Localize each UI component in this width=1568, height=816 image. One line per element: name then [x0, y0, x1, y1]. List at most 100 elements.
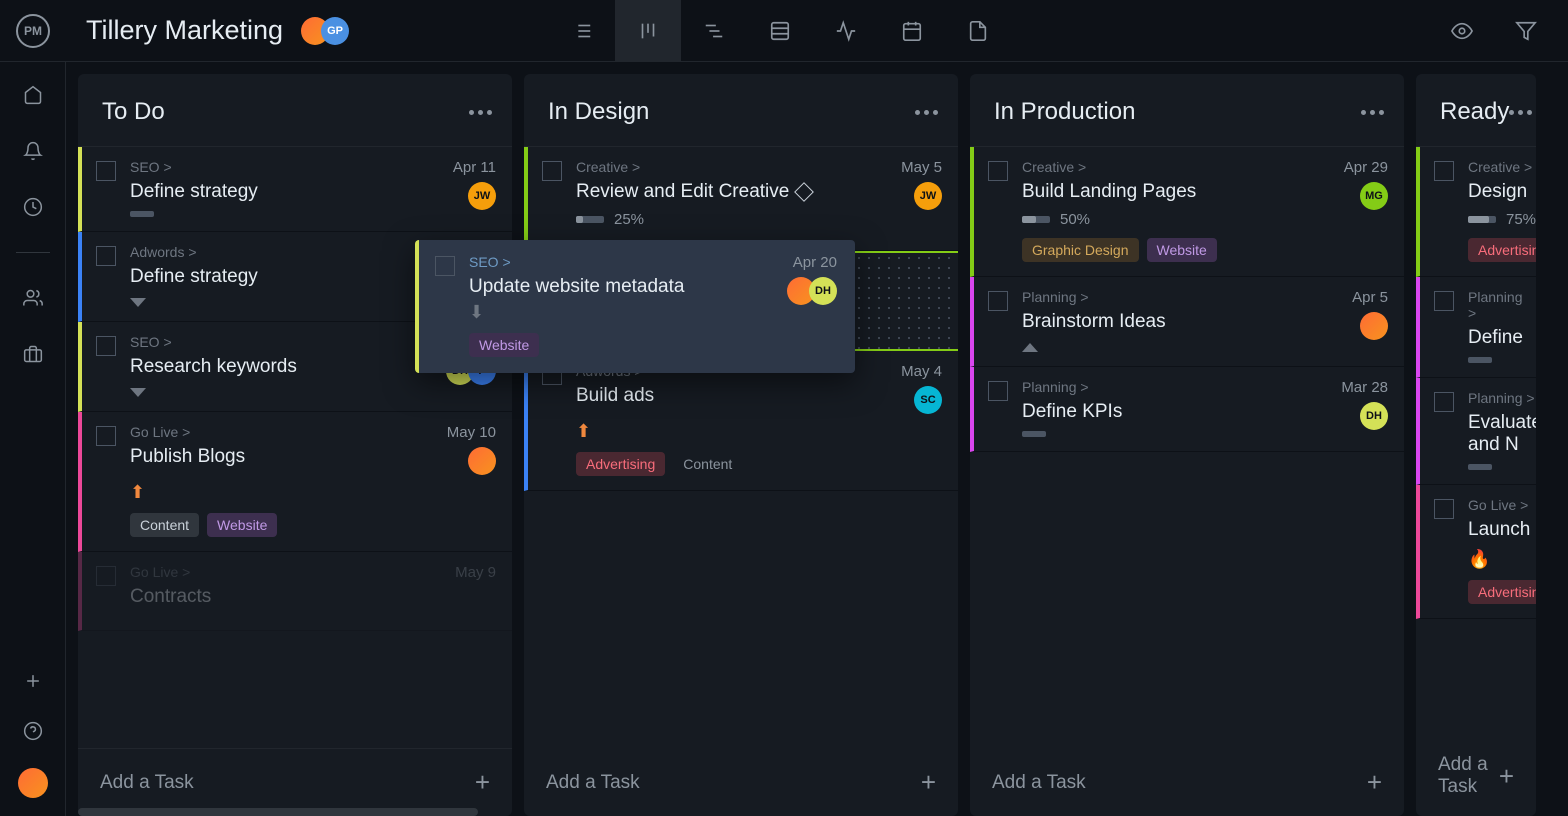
- task-checkbox[interactable]: [1434, 499, 1454, 519]
- task-breadcrumb[interactable]: Go Live: [1468, 497, 1536, 513]
- dragged-task-card[interactable]: SEO Update website metadata ⬇ Website Ap…: [415, 240, 855, 373]
- task-breadcrumb[interactable]: Planning: [1468, 289, 1523, 321]
- task-breadcrumb[interactable]: Go Live: [130, 424, 447, 440]
- task-title: Research keywords: [130, 356, 297, 378]
- column-menu-icon[interactable]: [469, 110, 492, 115]
- task-checkbox[interactable]: [96, 426, 116, 446]
- task-tag[interactable]: Content: [673, 452, 742, 476]
- task-tag[interactable]: Advertising: [1468, 238, 1536, 262]
- task-checkbox[interactable]: [96, 566, 116, 586]
- task-tag[interactable]: Website: [1147, 238, 1217, 262]
- member-avatar[interactable]: GP: [321, 17, 349, 45]
- table-view-icon[interactable]: [747, 0, 813, 62]
- task-checkbox[interactable]: [1434, 291, 1454, 311]
- expand-icon[interactable]: [130, 388, 146, 397]
- task-card[interactable]: Planning Evaluate and N: [1416, 378, 1536, 485]
- task-title: Build ads: [576, 385, 654, 407]
- task-checkbox[interactable]: [988, 381, 1008, 401]
- help-icon[interactable]: [20, 718, 46, 744]
- task-checkbox[interactable]: [988, 291, 1008, 311]
- calendar-view-icon[interactable]: [879, 0, 945, 62]
- task-tag[interactable]: Advertising: [1468, 580, 1536, 604]
- task-breadcrumb[interactable]: Go Live: [130, 564, 455, 580]
- task-card[interactable]: Go Live Launch 🔥 Advertising: [1416, 485, 1536, 619]
- task-breadcrumb[interactable]: Creative: [576, 159, 901, 175]
- plus-icon: +: [921, 767, 936, 798]
- add-task-button[interactable]: Add a Task+: [524, 749, 958, 816]
- task-breadcrumb[interactable]: Planning: [1022, 289, 1352, 305]
- task-breadcrumb[interactable]: Planning: [1468, 390, 1536, 406]
- column-menu-icon[interactable]: [915, 110, 938, 115]
- task-card[interactable]: Planning Define KPIs Mar 28 DH: [970, 367, 1404, 452]
- project-members[interactable]: GP: [301, 17, 349, 45]
- list-view-icon[interactable]: [549, 0, 615, 62]
- task-due-date: Mar 28: [1341, 379, 1388, 396]
- assignee-avatar[interactable]: [468, 447, 496, 475]
- task-breadcrumb[interactable]: SEO: [130, 334, 452, 350]
- add-task-button[interactable]: Add a Task+: [970, 749, 1404, 816]
- task-checkbox[interactable]: [96, 336, 116, 356]
- task-breadcrumb[interactable]: Creative: [1468, 159, 1536, 175]
- task-card[interactable]: SEO Define strategy Apr 11 JW: [78, 147, 512, 232]
- notifications-icon[interactable]: [20, 138, 46, 164]
- app-header: PM Tillery Marketing GP: [0, 0, 1568, 62]
- add-task-button[interactable]: Add a Task+: [78, 748, 512, 816]
- activity-view-icon[interactable]: [813, 0, 879, 62]
- task-due-date: May 5: [901, 159, 942, 176]
- expand-icon[interactable]: [130, 298, 146, 307]
- assignee-avatar[interactable]: JW: [914, 182, 942, 210]
- task-card[interactable]: Creative Review and Edit Creative 25% Ma…: [524, 147, 958, 251]
- task-progress: 50%: [1060, 211, 1090, 228]
- projects-icon[interactable]: [20, 341, 46, 367]
- task-card[interactable]: Go Live Publish Blogs ⬆ ContentWebsite M…: [78, 412, 512, 552]
- task-card[interactable]: Planning Brainstorm Ideas Apr 5: [970, 277, 1404, 367]
- task-title: Define KPIs: [1022, 401, 1122, 423]
- priority-critical-icon: 🔥: [1468, 549, 1536, 570]
- recent-icon[interactable]: [20, 194, 46, 220]
- task-tag[interactable]: Website: [207, 513, 277, 537]
- horizontal-scrollbar[interactable]: [78, 808, 1568, 816]
- task-card[interactable]: Creative Build Landing Pages 50% Graphic…: [970, 147, 1404, 277]
- task-title: Contracts: [130, 586, 211, 608]
- app-logo[interactable]: PM: [16, 14, 50, 48]
- task-checkbox[interactable]: [988, 161, 1008, 181]
- gantt-view-icon[interactable]: [681, 0, 747, 62]
- task-checkbox[interactable]: [96, 161, 116, 181]
- team-icon[interactable]: [20, 285, 46, 311]
- collapse-icon[interactable]: [1022, 343, 1038, 352]
- task-card[interactable]: Go Live Contracts May 9: [78, 552, 512, 631]
- task-checkbox[interactable]: [435, 256, 455, 276]
- visibility-icon[interactable]: [1438, 0, 1486, 62]
- assignee-avatar[interactable]: [1360, 312, 1388, 340]
- add-icon[interactable]: [20, 668, 46, 694]
- task-tag[interactable]: Website: [469, 333, 539, 357]
- task-checkbox[interactable]: [1434, 392, 1454, 412]
- files-view-icon[interactable]: [945, 0, 1011, 62]
- task-title: Define strategy: [130, 181, 258, 203]
- task-tag[interactable]: Advertising: [576, 452, 665, 476]
- task-card[interactable]: Creative Design 75% Advertising: [1416, 147, 1536, 277]
- priority-none-icon: [1468, 357, 1492, 363]
- column-menu-icon[interactable]: [1361, 110, 1384, 115]
- assignee-avatar[interactable]: DH: [1360, 402, 1388, 430]
- task-checkbox[interactable]: [1434, 161, 1454, 181]
- user-avatar[interactable]: [18, 768, 48, 798]
- task-breadcrumb[interactable]: Planning: [1022, 379, 1341, 395]
- task-breadcrumb[interactable]: SEO: [130, 159, 453, 175]
- assignee-avatar[interactable]: DH: [809, 277, 837, 305]
- task-card[interactable]: Planning Define: [1416, 277, 1536, 378]
- assignee-avatar[interactable]: SC: [914, 386, 942, 414]
- task-breadcrumb[interactable]: Creative: [1022, 159, 1344, 175]
- task-checkbox[interactable]: [96, 246, 116, 266]
- task-tag[interactable]: Content: [130, 513, 199, 537]
- assignee-avatar[interactable]: MG: [1360, 182, 1388, 210]
- task-checkbox[interactable]: [542, 161, 562, 181]
- task-tag[interactable]: Graphic Design: [1022, 238, 1139, 262]
- add-task-button[interactable]: Add a Task+: [1416, 736, 1536, 816]
- column-menu-icon[interactable]: [1509, 110, 1532, 115]
- filter-icon[interactable]: [1502, 0, 1550, 62]
- home-icon[interactable]: [20, 82, 46, 108]
- assignee-avatar[interactable]: JW: [468, 182, 496, 210]
- task-title: Define: [1468, 327, 1523, 349]
- board-view-icon[interactable]: [615, 0, 681, 62]
